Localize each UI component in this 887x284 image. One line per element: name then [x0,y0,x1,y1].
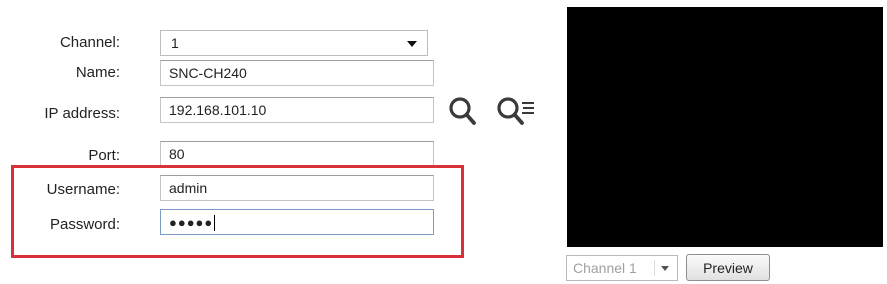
camera-settings-form: Channel: 1 Name: SNC-CH240 IP address: 1… [0,0,560,284]
ip-address-field[interactable]: 192.168.101.10 [160,97,434,123]
ip-address-label: IP address: [44,105,120,122]
search-list-icon[interactable] [494,94,538,130]
ip-address-field-value: 192.168.101.10 [169,102,267,118]
channel-select[interactable]: 1 [160,30,428,56]
channel-label: Channel: [59,34,120,51]
name-label: Name: [75,64,120,81]
preview-button[interactable]: Preview [686,254,770,281]
credentials-highlight [11,165,464,258]
port-field[interactable]: 80 [160,141,434,167]
video-preview-area [567,7,883,247]
port-field-value: 80 [169,146,185,162]
search-icon[interactable] [446,94,482,130]
channel-select-value: 1 [171,35,179,51]
preview-channel-select-value: Channel 1 [573,260,637,276]
select-divider [654,260,655,276]
dropdown-arrow-icon [407,41,417,47]
port-label: Port: [88,147,120,164]
preview-channel-select[interactable]: Channel 1 [566,255,678,281]
dropdown-arrow-icon [661,266,669,271]
name-field-value: SNC-CH240 [169,65,247,81]
name-field[interactable]: SNC-CH240 [160,60,434,86]
